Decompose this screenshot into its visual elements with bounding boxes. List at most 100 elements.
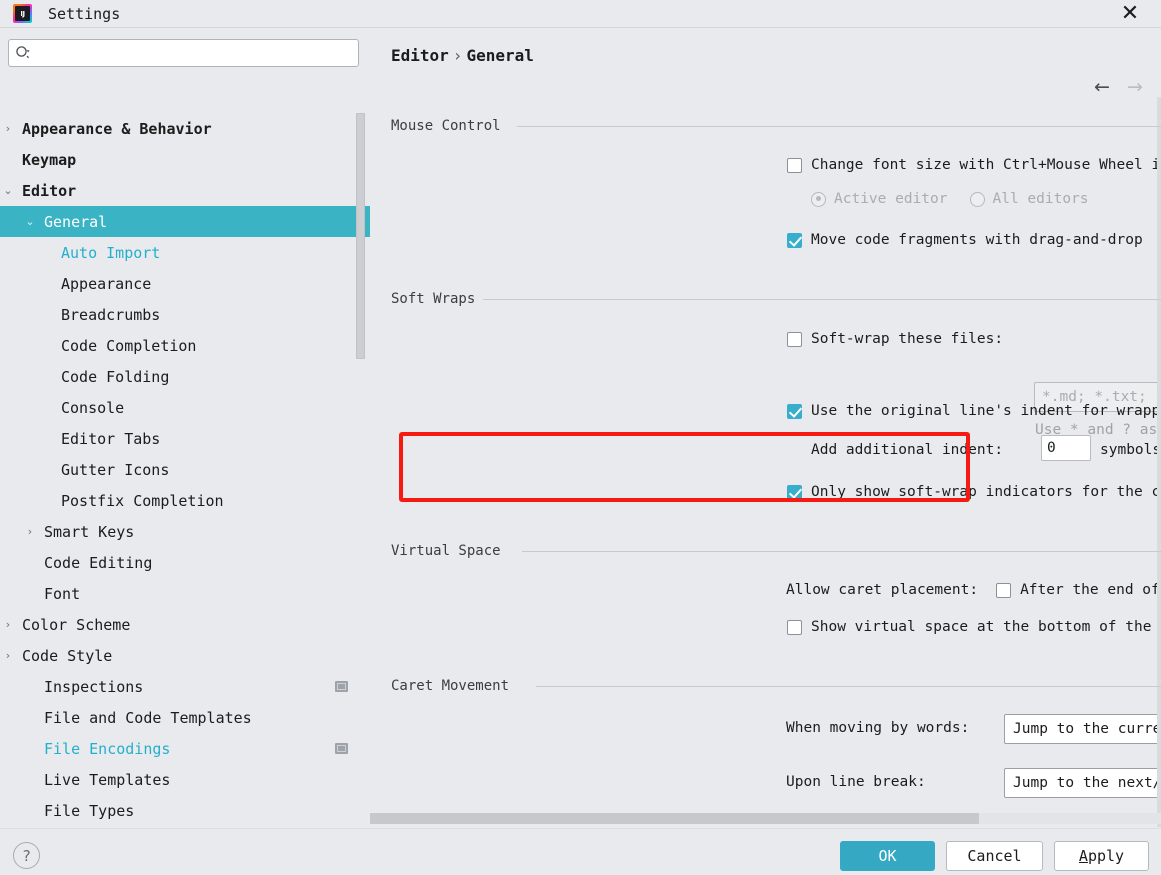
- after-end-of-line-checkbox[interactable]: [996, 582, 1012, 598]
- sidebar-item-editor[interactable]: ⌄ Editor: [0, 175, 370, 206]
- sidebar-item-color-scheme[interactable]: › Color Scheme: [0, 609, 370, 640]
- chevron-right-icon[interactable]: ›: [22, 525, 38, 538]
- section-title-virtual-space: Virtual Space: [391, 543, 509, 559]
- help-button[interactable]: ?: [13, 842, 40, 869]
- row-only-show-indicators[interactable]: Only show soft-wrap indicators for the c…: [787, 484, 1161, 500]
- content-horizontal-scrollbar-track[interactable]: [370, 813, 1161, 824]
- sidebar-scrollbar[interactable]: [356, 113, 365, 359]
- change-font-size-checkbox[interactable]: [787, 157, 802, 173]
- row-additional-indent: Add additional indent:: [811, 442, 1003, 458]
- softwrap-files-label: Soft-wrap these files:: [811, 331, 1004, 347]
- sidebar-item-breadcrumbs[interactable]: Breadcrumbs: [0, 299, 370, 330]
- allow-caret-label: Allow caret placement:: [786, 582, 979, 598]
- row-softwrap-files[interactable]: Soft-wrap these files:: [787, 331, 1003, 347]
- moving-by-words-value: Jump to the current word boundaries: [1013, 721, 1161, 737]
- sidebar-item-file-types[interactable]: File Types: [0, 795, 370, 826]
- sidebar-item-label: Code Folding: [61, 367, 170, 386]
- intellij-idea-icon: IJ: [13, 4, 32, 23]
- section-title-soft-wraps: Soft Wraps: [391, 291, 484, 307]
- show-virtual-space-checkbox[interactable]: [787, 619, 802, 635]
- row-change-font-size[interactable]: Change font size with Ctrl+Mouse Wheel i…: [787, 157, 1161, 173]
- section-rule-soft-wraps: [483, 299, 1161, 300]
- content-vertical-scrollbar[interactable]: [1157, 97, 1161, 827]
- apply-button[interactable]: Apply: [1054, 841, 1149, 871]
- move-fragments-checkbox[interactable]: [787, 232, 802, 248]
- row-moving-by-words: When moving by words:: [786, 720, 969, 736]
- sidebar-item-file-encodings[interactable]: File Encodings: [0, 733, 370, 764]
- sidebar-item-code-style[interactable]: › Code Style: [0, 640, 370, 671]
- sidebar-item-auto-import[interactable]: Auto Import: [0, 237, 370, 268]
- settings-tree[interactable]: › Appearance & Behavior Keymap ⌄ Editor ⌄ Gene…: [0, 79, 370, 827]
- active-editor-radio[interactable]: [811, 191, 826, 207]
- chevron-down-icon[interactable]: ⌄: [0, 184, 16, 197]
- upon-line-break-value: Jump to the next/previous line boundarie…: [1013, 775, 1161, 791]
- project-scope-badge-icon: [335, 743, 348, 754]
- sidebar-item-live-templates[interactable]: Live Templates: [0, 764, 370, 795]
- section-title-mouse-control: Mouse Control: [391, 118, 509, 134]
- sidebar-item-font[interactable]: Font: [0, 578, 370, 609]
- settings-sidebar: › Appearance & Behavior Keymap ⌄ Editor ⌄ Gene…: [0, 29, 370, 827]
- all-editors-radio[interactable]: [969, 191, 985, 207]
- all-editors-label: All editors: [992, 191, 1089, 207]
- after-end-of-line-label: After the end of line: [1020, 582, 1161, 598]
- sidebar-item-file-and-code-templates[interactable]: File and Code Templates: [0, 702, 370, 733]
- sidebar-item-gutter-icons[interactable]: Gutter Icons: [0, 454, 370, 485]
- moving-by-words-combo[interactable]: Jump to the current word boundaries IDE …: [1004, 714, 1161, 744]
- sidebar-item-console[interactable]: Console: [0, 392, 370, 423]
- sidebar-item-label: Appearance: [61, 274, 152, 293]
- breadcrumb-separator: ›: [452, 46, 463, 65]
- sidebar-item-postfix-completion[interactable]: Postfix Completion: [0, 485, 370, 516]
- cancel-button[interactable]: Cancel: [946, 841, 1043, 871]
- row-move-fragments[interactable]: Move code fragments with drag-and-drop T…: [787, 232, 1161, 248]
- sidebar-item-appearance-behavior[interactable]: › Appearance & Behavior: [0, 113, 370, 144]
- search-input[interactable]: [35, 45, 352, 61]
- sidebar-item-code-completion[interactable]: Code Completion: [0, 330, 370, 361]
- sidebar-item-label: File and Code Templates: [44, 708, 252, 727]
- only-show-indicators-label: Only show soft-wrap indicators for the c…: [811, 484, 1161, 500]
- sidebar-item-inspections[interactable]: Inspections: [0, 671, 370, 702]
- sidebar-item-code-editing[interactable]: Code Editing: [0, 547, 370, 578]
- chevron-right-icon[interactable]: ›: [0, 618, 16, 631]
- row-font-size-scope[interactable]: Active editor All editors: [811, 191, 1089, 207]
- chevron-down-icon[interactable]: ⌄: [22, 215, 38, 228]
- section-rule-virtual-space: [522, 551, 1161, 552]
- row-show-virtual-space[interactable]: Show virtual space at the bottom of the …: [787, 619, 1161, 635]
- move-fragments-label: Move code fragments with drag-and-drop: [811, 232, 1143, 248]
- softwrap-files-checkbox[interactable]: [787, 331, 802, 347]
- sidebar-item-label: Console: [61, 398, 125, 417]
- show-virtual-space-label: Show virtual space at the bottom of the …: [811, 619, 1161, 635]
- ok-button[interactable]: OK: [840, 841, 935, 871]
- sidebar-item-android-design-tools[interactable]: Android Design Tools: [0, 826, 370, 827]
- original-indent-label: Use the original line's indent for wrapp…: [811, 403, 1161, 419]
- chevron-right-icon[interactable]: ›: [0, 122, 16, 135]
- sidebar-item-smart-keys[interactable]: › Smart Keys: [0, 516, 370, 547]
- search-icon: [15, 45, 31, 61]
- original-indent-checkbox[interactable]: [787, 403, 802, 419]
- row-upon-line-break: Upon line break:: [786, 774, 926, 790]
- search-box[interactable]: [8, 39, 359, 67]
- sidebar-item-label: File Encodings: [44, 739, 171, 758]
- sidebar-item-general[interactable]: ⌄ General: [0, 206, 370, 237]
- moving-by-words-label: When moving by words:: [786, 720, 970, 736]
- window-title: Settings: [48, 4, 121, 23]
- close-icon[interactable]: ✕: [1113, 0, 1147, 28]
- upon-line-break-label: Upon line break:: [786, 774, 926, 790]
- row-original-indent[interactable]: Use the original line's indent for wrapp…: [787, 403, 1161, 419]
- row-allow-caret-placement[interactable]: Allow caret placement: After the end of …: [786, 582, 1161, 598]
- breadcrumb: Editor › General: [391, 46, 534, 65]
- sidebar-item-code-folding[interactable]: Code Folding: [0, 361, 370, 392]
- sidebar-item-appearance[interactable]: Appearance: [0, 268, 370, 299]
- sidebar-item-editor-tabs[interactable]: Editor Tabs: [0, 423, 370, 454]
- sidebar-item-label: Gutter Icons: [61, 460, 170, 479]
- sidebar-item-label: General: [44, 212, 108, 231]
- sidebar-item-keymap[interactable]: Keymap: [0, 144, 370, 175]
- only-show-indicators-checkbox[interactable]: [787, 484, 802, 500]
- sidebar-item-label: Font: [44, 584, 81, 603]
- upon-line-break-combo[interactable]: Jump to the next/previous line boundarie…: [1004, 768, 1161, 798]
- apply-button-rest: pply: [1087, 847, 1125, 865]
- content-horizontal-scrollbar-thumb[interactable]: [370, 813, 979, 824]
- section-rule-caret-movement: [536, 686, 1161, 687]
- sidebar-item-label: File Types: [44, 801, 135, 820]
- additional-indent-input[interactable]: 0: [1041, 435, 1091, 461]
- chevron-right-icon[interactable]: ›: [0, 649, 16, 662]
